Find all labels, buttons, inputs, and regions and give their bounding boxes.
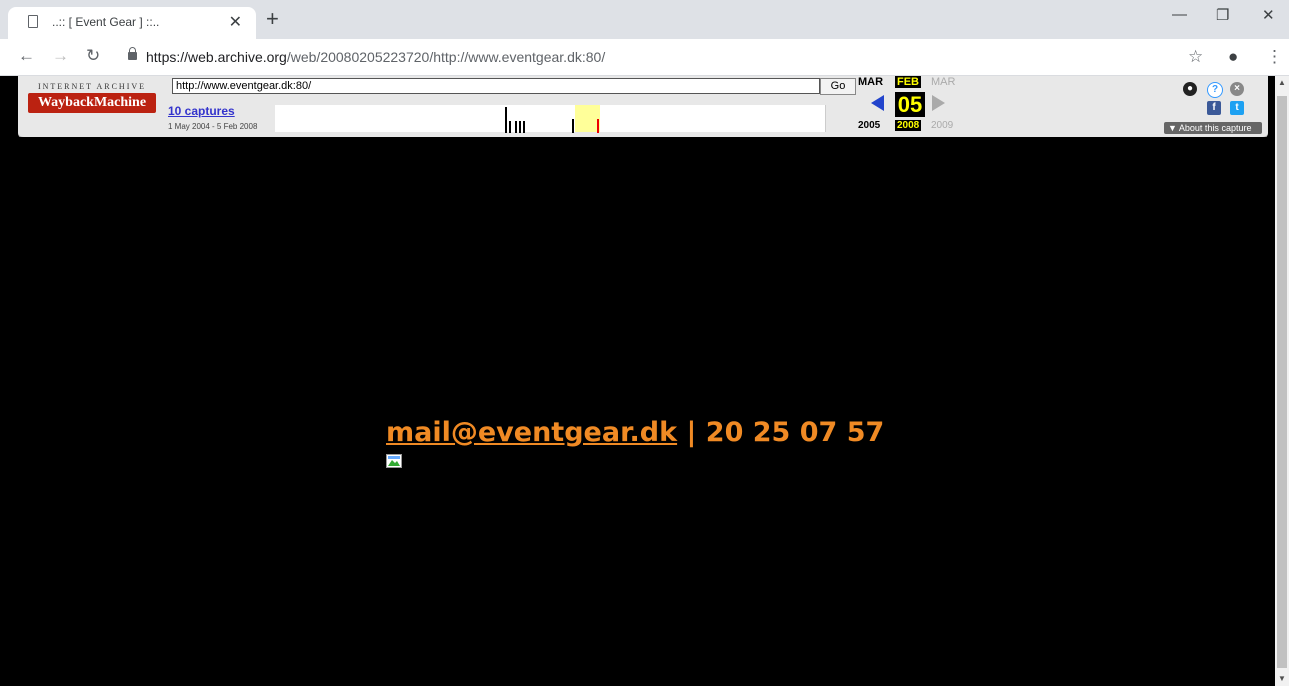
scroll-up-icon[interactable]: ▲: [1278, 78, 1286, 87]
capture-bar: [509, 121, 511, 133]
go-button[interactable]: Go: [820, 78, 856, 95]
separator: |: [686, 417, 697, 448]
year-column[interactable]: [425, 105, 451, 132]
new-tab-button[interactable]: +: [266, 7, 279, 31]
url-path: /web/20080205223720/http://www.eventgear…: [286, 49, 606, 65]
forward-icon[interactable]: →: [52, 46, 69, 66]
year-column[interactable]: [475, 105, 501, 132]
captures-link[interactable]: 10 captures: [168, 104, 235, 118]
current-day: 05: [895, 92, 925, 117]
current-month: FEB: [895, 76, 921, 88]
twitter-icon[interactable]: t: [1230, 101, 1244, 115]
menu-icon[interactable]: ⋮: [1266, 47, 1283, 67]
year-column[interactable]: [300, 105, 326, 132]
capture-range: 1 May 2004 - 5 Feb 2008: [168, 122, 258, 131]
lock-icon: [128, 47, 137, 60]
year-column[interactable]: [450, 105, 476, 132]
url-text: https://web.archive.org/web/200802052237…: [146, 49, 605, 65]
tab-strip: ..:: [ Event Gear ] ::.. ✕ + — ❐ ✕: [0, 0, 1289, 39]
minimize-icon[interactable]: —: [1172, 6, 1187, 23]
year-column[interactable]: [350, 105, 376, 132]
url-host: https://web.archive.org: [146, 49, 287, 65]
phone-number: 20 25 07 57: [705, 417, 885, 448]
current-year: 2008: [895, 120, 922, 131]
browser-tab[interactable]: ..:: [ Event Gear ] ::.. ✕: [8, 7, 256, 39]
close-window-icon[interactable]: ✕: [1262, 6, 1275, 24]
back-icon[interactable]: ←: [18, 46, 35, 66]
year-column[interactable]: [725, 105, 751, 132]
scrollbar[interactable]: ▲ ▼: [1275, 76, 1289, 686]
capture-bar: [505, 107, 507, 133]
close-toolbar-icon[interactable]: ×: [1230, 82, 1244, 96]
year-column[interactable]: [625, 105, 651, 132]
next-month: MAR: [931, 76, 956, 88]
next-capture-icon: [932, 95, 945, 111]
email-link[interactable]: mail@eventgear.dk: [386, 417, 677, 448]
year-column[interactable]: [775, 105, 801, 132]
profile-icon[interactable]: ●: [1228, 47, 1238, 67]
capture-bar: [515, 121, 517, 133]
next-year: 2009: [931, 120, 954, 131]
facebook-icon[interactable]: f: [1207, 101, 1221, 115]
year-column[interactable]: [675, 105, 701, 132]
year-column[interactable]: [400, 105, 426, 132]
page-content: mail@eventgear.dk | 20 25 07 57: [0, 137, 1275, 686]
year-column[interactable]: [750, 105, 776, 132]
logo-main-text: WaybackMachine: [28, 93, 156, 113]
year-column[interactable]: [325, 105, 351, 132]
broken-image-icon: [386, 454, 402, 468]
year-column[interactable]: [700, 105, 726, 132]
wayback-url-input[interactable]: http://www.eventgear.dk:80/: [172, 78, 820, 94]
wayback-toolbar: INTERNET ARCHIVE WaybackMachine http://w…: [18, 76, 1268, 139]
page-icon: [28, 15, 38, 28]
logo-top-text: INTERNET ARCHIVE: [37, 82, 147, 91]
tab-title: ..:: [ Event Gear ] ::..: [52, 15, 160, 29]
capture-bar: [572, 119, 574, 133]
prev-month[interactable]: MAR: [858, 76, 883, 88]
capture-bar: [519, 121, 521, 133]
scroll-down-icon[interactable]: ▼: [1278, 674, 1286, 683]
about-capture-button[interactable]: ▼ About this capture: [1164, 122, 1262, 134]
prev-year[interactable]: 2005: [858, 120, 880, 131]
prev-capture-icon[interactable]: [871, 95, 884, 111]
reload-icon[interactable]: ↻: [86, 46, 100, 66]
year-column[interactable]: [275, 105, 301, 132]
help-icon[interactable]: ?: [1207, 82, 1223, 98]
restore-icon[interactable]: ❐: [1216, 6, 1229, 24]
capture-sparkline[interactable]: [275, 105, 827, 133]
scroll-thumb[interactable]: [1277, 96, 1287, 668]
address-bar[interactable]: https://web.archive.org/web/200802052237…: [112, 44, 1176, 72]
year-column[interactable]: [650, 105, 676, 132]
year-column[interactable]: [375, 105, 401, 132]
browser-toolbar: ← → ↻ https://web.archive.org/web/200802…: [0, 39, 1289, 76]
capture-bar: [523, 121, 525, 133]
capture-bar-current: [597, 119, 599, 133]
year-column[interactable]: [800, 105, 826, 132]
year-column[interactable]: [525, 105, 551, 132]
year-column[interactable]: [600, 105, 626, 132]
user-icon[interactable]: ●: [1183, 82, 1197, 96]
contact-line: mail@eventgear.dk | 20 25 07 57: [386, 417, 884, 448]
wayback-logo[interactable]: INTERNET ARCHIVE WaybackMachine: [28, 82, 156, 132]
bookmark-star-icon[interactable]: ☆: [1188, 47, 1203, 67]
close-tab-icon[interactable]: ✕: [229, 12, 242, 32]
